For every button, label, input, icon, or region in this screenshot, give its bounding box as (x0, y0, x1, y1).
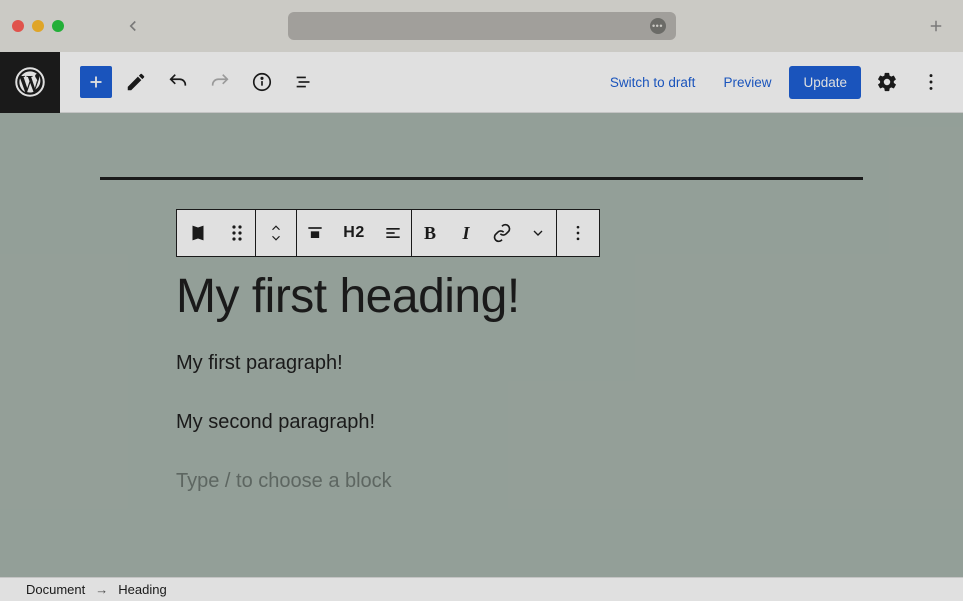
url-bar[interactable]: ••• (288, 12, 676, 40)
editor-canvas[interactable]: H2 B I (0, 113, 963, 577)
separator-block[interactable] (100, 177, 863, 180)
more-formatting-button[interactable] (520, 210, 556, 256)
block-more-options-button[interactable] (557, 210, 599, 256)
redo-button[interactable] (202, 64, 238, 100)
heading-level-button[interactable]: H2 (333, 210, 375, 256)
arrow-right-icon: → (95, 582, 108, 597)
align-button[interactable] (297, 210, 333, 256)
document-info-button[interactable] (244, 64, 280, 100)
bold-button[interactable]: B (412, 210, 448, 256)
redo-icon (209, 71, 231, 93)
text-align-button[interactable] (375, 210, 411, 256)
empty-block-placeholder[interactable]: Type / to choose a block (176, 470, 787, 493)
info-icon (251, 71, 273, 93)
align-icon (305, 223, 325, 243)
gear-icon (876, 71, 898, 93)
switch-to-draft-button[interactable]: Switch to draft (600, 67, 706, 98)
chevron-down-icon (530, 225, 546, 241)
link-icon (492, 223, 512, 243)
site-options-icon[interactable]: ••• (650, 18, 666, 34)
settings-button[interactable] (869, 64, 905, 100)
more-options-button[interactable] (913, 64, 949, 100)
ellipsis-vertical-icon (920, 71, 942, 93)
add-block-button[interactable] (80, 66, 112, 98)
window-controls (12, 20, 64, 32)
chevron-down-icon (269, 231, 283, 245)
drag-icon (230, 224, 244, 242)
outline-icon (293, 71, 315, 93)
italic-icon: I (462, 223, 469, 244)
document-outline-button[interactable] (286, 64, 322, 100)
paragraph-block[interactable]: My first paragraph! (176, 352, 787, 375)
editor-header: Switch to draft Preview Update (0, 52, 963, 113)
block-mover[interactable] (256, 210, 296, 256)
maximize-window-button[interactable] (52, 20, 64, 32)
bold-icon: B (424, 223, 436, 244)
heading-block-icon (187, 222, 209, 244)
plus-icon (85, 71, 107, 93)
wordpress-icon (15, 67, 45, 97)
preview-button[interactable]: Preview (713, 67, 781, 98)
breadcrumb-current[interactable]: Heading (118, 582, 166, 597)
browser-chrome: ••• (0, 0, 963, 52)
close-window-button[interactable] (12, 20, 24, 32)
new-tab-button[interactable] (927, 17, 945, 35)
link-button[interactable] (484, 210, 520, 256)
block-toolbar: H2 B I (176, 209, 600, 257)
block-type-button[interactable] (177, 210, 219, 256)
block-breadcrumb: Document → Heading (0, 577, 963, 601)
paragraph-block[interactable]: My second paragraph! (176, 411, 787, 434)
minimize-window-button[interactable] (32, 20, 44, 32)
italic-button[interactable]: I (448, 210, 484, 256)
ellipsis-vertical-icon (568, 223, 588, 243)
undo-icon (167, 71, 189, 93)
wordpress-logo-button[interactable] (0, 52, 60, 113)
heading-level-label: H2 (343, 224, 364, 242)
pencil-icon (125, 71, 147, 93)
update-button[interactable]: Update (789, 66, 861, 99)
breadcrumb-root[interactable]: Document (26, 582, 85, 597)
undo-button[interactable] (160, 64, 196, 100)
edit-mode-button[interactable] (118, 64, 154, 100)
heading-block[interactable]: My first heading! (176, 269, 787, 324)
drag-handle[interactable] (219, 210, 255, 256)
align-left-icon (383, 223, 403, 243)
browser-back-button[interactable] (124, 17, 142, 35)
